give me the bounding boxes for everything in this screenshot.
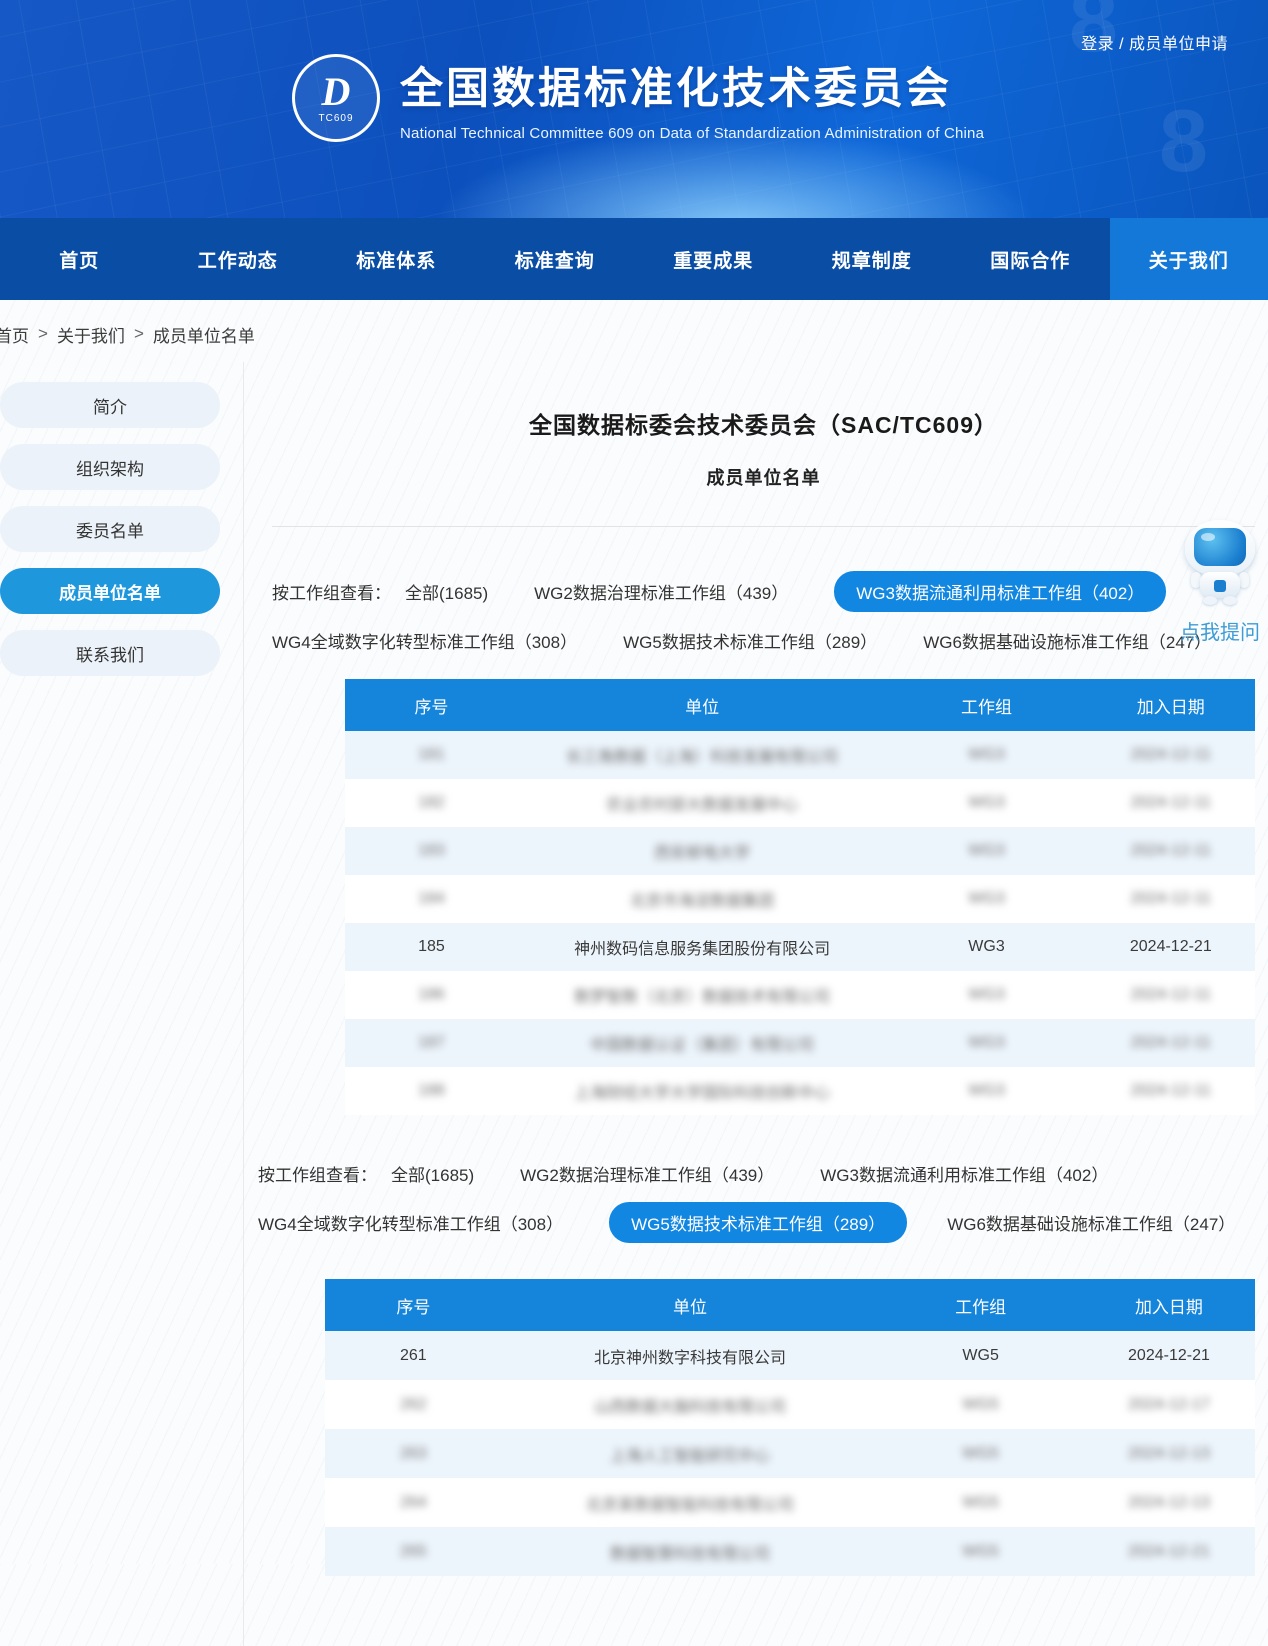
table-row: 181长三角数据（上海）科技发展有限公司WG32024-12-11 — [345, 731, 1255, 779]
committee-logo-icon: D TC609 — [292, 54, 380, 142]
table-row-185: 185神州数码信息服务集团股份有限公司WG32024-12-21 — [345, 923, 1255, 971]
sidebar-divider — [243, 362, 244, 1646]
table-row-261: 261北京神州数字科技有限公司WG52024-12-21 — [325, 1331, 1255, 1380]
site-title: 全国数据标准化技术委员会 — [400, 54, 984, 116]
nav-item-achievements[interactable]: 重要成果 — [634, 218, 793, 300]
filter-all[interactable]: 全部(1685) — [391, 1161, 474, 1186]
filter-wg5-selected[interactable]: WG5数据技术标准工作组（289） — [609, 1202, 907, 1243]
site-title-english: National Technical Committee 609 on Data… — [400, 125, 984, 142]
col-index: 序号 — [345, 693, 518, 718]
ask-me-button[interactable]: 点我提问 — [1174, 616, 1266, 645]
nav-item-home[interactable]: 首页 — [0, 218, 159, 300]
col-index: 序号 — [325, 1293, 502, 1318]
filter-wg3[interactable]: WG3数据流通利用标准工作组（402） — [820, 1161, 1108, 1186]
table-row: 183西安邮电大学WG32024-12-11 — [345, 827, 1255, 875]
table-row: 264北京某数据智能科技有限公司WG52024-12-13 — [325, 1478, 1255, 1527]
filter-wg6[interactable]: WG6数据基础设施标准工作组（247） — [923, 628, 1211, 653]
table-row: 188上海财经大学大学国际科技创新中心WG32024-12-11 — [345, 1067, 1255, 1115]
sidebar-item-member-units[interactable]: 成员单位名单 — [0, 568, 220, 614]
filter-label: 按工作组查看： — [258, 1161, 377, 1186]
logo-d-glyph: D — [322, 72, 351, 112]
breadcrumb: 首页 > 关于我们 > 成员单位名单 — [0, 300, 1268, 368]
breadcrumb-separator: > — [134, 324, 144, 344]
assistant-widget: 点我提问 — [1174, 520, 1266, 645]
filter-wg2[interactable]: WG2数据治理标准工作组（439） — [520, 1161, 774, 1186]
filter-wg5[interactable]: WG5数据技术标准工作组（289） — [623, 628, 877, 653]
col-unit: 单位 — [518, 693, 887, 718]
col-join-date: 加入日期 — [1083, 1293, 1255, 1318]
content-divider — [272, 526, 1255, 527]
banner-decor-digit: 8 — [1159, 90, 1208, 192]
nav-item-standard-search[interactable]: 标准查询 — [476, 218, 635, 300]
table-row: 262山西数据大脑科技有限公司WG52024-12-17 — [325, 1380, 1255, 1429]
nav-item-about-us[interactable]: 关于我们 — [1110, 218, 1268, 300]
account-links: 登录 / 成员单位申请 — [1081, 30, 1228, 54]
page-title: 全国数据标委会技术委员会（SAC/TC609） — [272, 406, 1255, 440]
filter-wg4[interactable]: WG4全域数字化转型标准工作组（308） — [272, 628, 577, 653]
sidebar-item-structure[interactable]: 组织架构 — [0, 444, 220, 490]
brand: D TC609 全国数据标准化技术委员会 National Technical … — [292, 54, 984, 142]
member-apply-link[interactable]: 成员单位申请 — [1129, 36, 1228, 53]
site-banner: 8 8 登录 / 成员单位申请 D TC609 全国数据标准化技术委员会 Nat… — [0, 0, 1268, 218]
nav-item-standard-system[interactable]: 标准体系 — [317, 218, 476, 300]
logo-tc609-text: TC609 — [318, 113, 353, 124]
table-header-row: 序号 单位 工作组 加入日期 — [345, 679, 1255, 731]
main-nav: 首页 工作动态 标准体系 标准查询 重要成果 规章制度 国际合作 关于我们 — [0, 218, 1268, 300]
filter-wg2[interactable]: WG2数据治理标准工作组（439） — [534, 579, 788, 604]
table-header-row: 序号 单位 工作组 加入日期 — [325, 1279, 1255, 1331]
table-row: 186数梦智数（北京）数据技术有限公司WG32024-12-11 — [345, 971, 1255, 1019]
robot-mascot-icon[interactable] — [1183, 520, 1257, 606]
filter-all[interactable]: 全部(1685) — [405, 579, 488, 604]
sidebar-item-committee-members[interactable]: 委员名单 — [0, 506, 220, 552]
nav-item-regulations[interactable]: 规章制度 — [793, 218, 952, 300]
breadcrumb-separator: > — [38, 324, 48, 344]
col-unit: 单位 — [502, 1293, 879, 1318]
table-row: 184北京市海淀数据集团WG32024-12-11 — [345, 875, 1255, 923]
table-row: 182农业农村部大数据发展中心WG32024-12-11 — [345, 779, 1255, 827]
nav-item-news[interactable]: 工作动态 — [159, 218, 318, 300]
filter-wg3-selected[interactable]: WG3数据流通利用标准工作组（402） — [834, 571, 1166, 612]
page-subtitle: 成员单位名单 — [272, 464, 1255, 490]
member-table-wg3: 序号 单位 工作组 加入日期 181长三角数据（上海）科技发展有限公司WG320… — [345, 679, 1255, 1115]
breadcrumb-home[interactable]: 首页 — [0, 322, 29, 347]
col-workgroup: 工作组 — [886, 693, 1086, 718]
breadcrumb-member-list: 成员单位名单 — [153, 322, 255, 347]
table-row: 187中国数据认证（集团）有限公司WG32024-12-11 — [345, 1019, 1255, 1067]
table-row: 265数据智算科技有限公司WG52024-12-21 — [325, 1527, 1255, 1576]
login-link[interactable]: 登录 — [1081, 36, 1114, 53]
workgroup-filter-1: 按工作组查看： 全部(1685) WG2数据治理标准工作组（439） WG3数据… — [272, 571, 1255, 653]
table-row: 263上海人工智能研究中心WG52024-12-13 — [325, 1429, 1255, 1478]
sidebar-item-contact[interactable]: 联系我们 — [0, 630, 220, 676]
workgroup-filter-2: 按工作组查看： 全部(1685) WG2数据治理标准工作组（439） WG3数据… — [258, 1161, 1255, 1243]
member-table-wg5: 序号 单位 工作组 加入日期 261北京神州数字科技有限公司WG52024-12… — [325, 1279, 1255, 1576]
filter-label: 按工作组查看： — [272, 579, 391, 604]
sidebar: 简介 组织架构 委员名单 成员单位名单 联系我们 — [0, 382, 220, 692]
col-join-date: 加入日期 — [1087, 693, 1255, 718]
breadcrumb-about[interactable]: 关于我们 — [57, 322, 125, 347]
filter-wg4[interactable]: WG4全域数字化转型标准工作组（308） — [258, 1210, 563, 1235]
sidebar-item-intro[interactable]: 简介 — [0, 382, 220, 428]
nav-item-international[interactable]: 国际合作 — [951, 218, 1110, 300]
col-workgroup: 工作组 — [878, 1293, 1083, 1318]
filter-wg6[interactable]: WG6数据基础设施标准工作组（247） — [947, 1210, 1235, 1235]
